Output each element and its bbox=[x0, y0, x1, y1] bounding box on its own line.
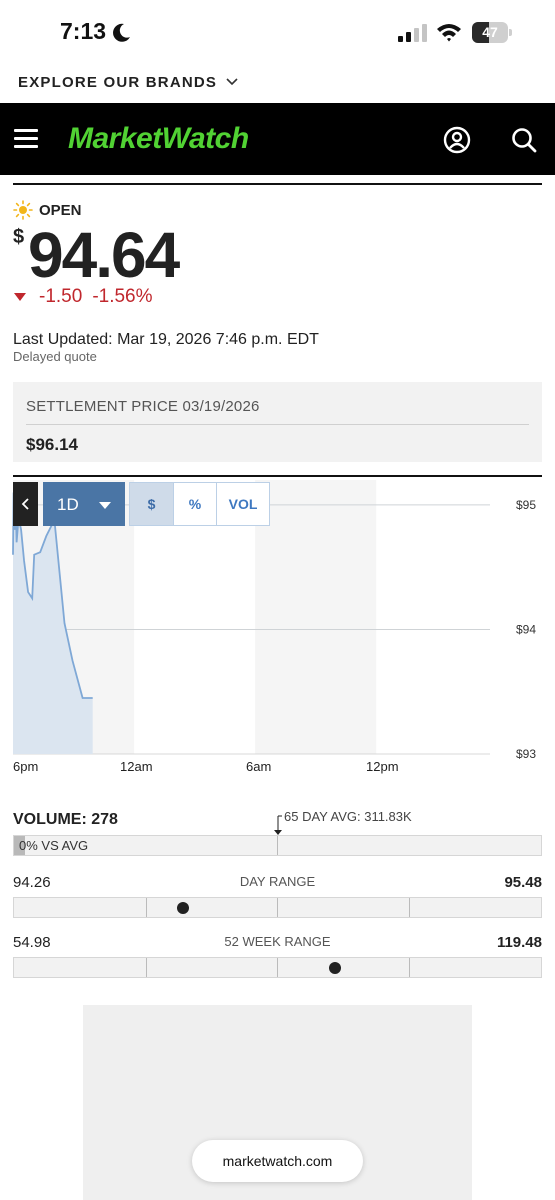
period-label: 1D bbox=[57, 495, 79, 514]
chart-back-button[interactable] bbox=[13, 482, 38, 526]
market-state-label: OPEN bbox=[39, 201, 82, 219]
x-axis-label-6pm: 6pm bbox=[13, 759, 39, 774]
day-range-bar bbox=[13, 897, 542, 918]
volume-label: VOLUME: 278 bbox=[13, 811, 118, 828]
volume-average-label: 65 DAY AVG: 311.83K bbox=[284, 809, 412, 824]
status-bar: 7:13 47 bbox=[0, 0, 555, 62]
period-dropdown[interactable]: 1D bbox=[43, 482, 125, 526]
chart-shaded-band-1 bbox=[255, 480, 377, 754]
day-range-title: DAY RANGE bbox=[239, 874, 316, 889]
week52-range-bar bbox=[13, 957, 542, 978]
settlement-divider bbox=[26, 424, 529, 425]
dollar-toggle[interactable]: $ bbox=[129, 482, 174, 526]
cellular-signal-icon bbox=[398, 24, 427, 42]
explore-brands-label: EXPLORE OUR BRANDS bbox=[18, 73, 218, 91]
change-percent: -1.56% bbox=[92, 286, 153, 307]
explore-brands-toggle[interactable]: EXPLORE OUR BRANDS bbox=[18, 72, 239, 92]
currency-symbol: $ bbox=[13, 226, 25, 248]
volume-bar: 0% VS AVG bbox=[13, 835, 542, 856]
status-time: 7:13 bbox=[60, 18, 107, 44]
y-axis-label-0: $93 bbox=[516, 747, 536, 761]
settlement-label: SETTLEMENT PRICE 03/19/2026 bbox=[26, 398, 260, 415]
percent-toggle[interactable]: % bbox=[173, 482, 217, 526]
last-price: 94.64 bbox=[28, 219, 180, 291]
week52-range-title: 52 WEEK RANGE bbox=[224, 934, 331, 949]
week52-range-marker bbox=[329, 962, 342, 974]
day-range-marker bbox=[176, 902, 189, 914]
menu-icon[interactable] bbox=[14, 129, 38, 149]
site-header: MarketWatch bbox=[0, 103, 555, 175]
battery-icon: 47 bbox=[472, 22, 512, 43]
volume-vs-average: 0% VS AVG bbox=[19, 838, 89, 853]
settlement-value: $96.14 bbox=[26, 435, 78, 454]
search-icon[interactable] bbox=[510, 126, 538, 154]
chevron-left-icon bbox=[21, 498, 29, 510]
moon-icon bbox=[113, 23, 130, 42]
down-triangle-icon bbox=[14, 293, 26, 301]
volume-average-line bbox=[277, 836, 278, 855]
chevron-down-icon bbox=[226, 78, 238, 86]
volume-toggle[interactable]: VOL bbox=[216, 482, 270, 526]
market-state: OPEN bbox=[13, 200, 82, 220]
x-axis-label-12pm: 12pm bbox=[366, 759, 399, 774]
week52-range-high: 119.48 bbox=[496, 934, 542, 951]
change-value: -1.50 bbox=[39, 286, 83, 307]
delayed-quote-note: Delayed quote bbox=[13, 349, 97, 364]
user-account-icon[interactable] bbox=[443, 126, 471, 154]
average-marker-icon bbox=[274, 815, 282, 835]
x-axis-label-6am: 6am bbox=[246, 759, 272, 774]
price-change: -1.50 -1.56% bbox=[13, 286, 153, 308]
sun-icon bbox=[13, 200, 33, 220]
y-axis-label-1: $94 bbox=[516, 622, 536, 636]
y-axis-label-2: $95 bbox=[516, 498, 536, 512]
browser-url-bar[interactable]: marketwatch.com bbox=[192, 1140, 363, 1182]
section-divider bbox=[13, 183, 542, 185]
battery-percent: 47 bbox=[482, 24, 498, 40]
settlement-panel: SETTLEMENT PRICE 03/19/2026 $96.14 bbox=[13, 382, 542, 462]
day-range-high: 95.48 bbox=[504, 874, 542, 891]
caret-down-icon bbox=[99, 502, 111, 509]
x-axis-label-12am: 12am bbox=[120, 759, 153, 774]
wifi-icon bbox=[437, 24, 461, 42]
marketwatch-logo[interactable]: MarketWatch bbox=[68, 122, 249, 156]
last-updated: Last Updated: Mar 19, 2026 7:46 p.m. EDT bbox=[13, 331, 319, 348]
